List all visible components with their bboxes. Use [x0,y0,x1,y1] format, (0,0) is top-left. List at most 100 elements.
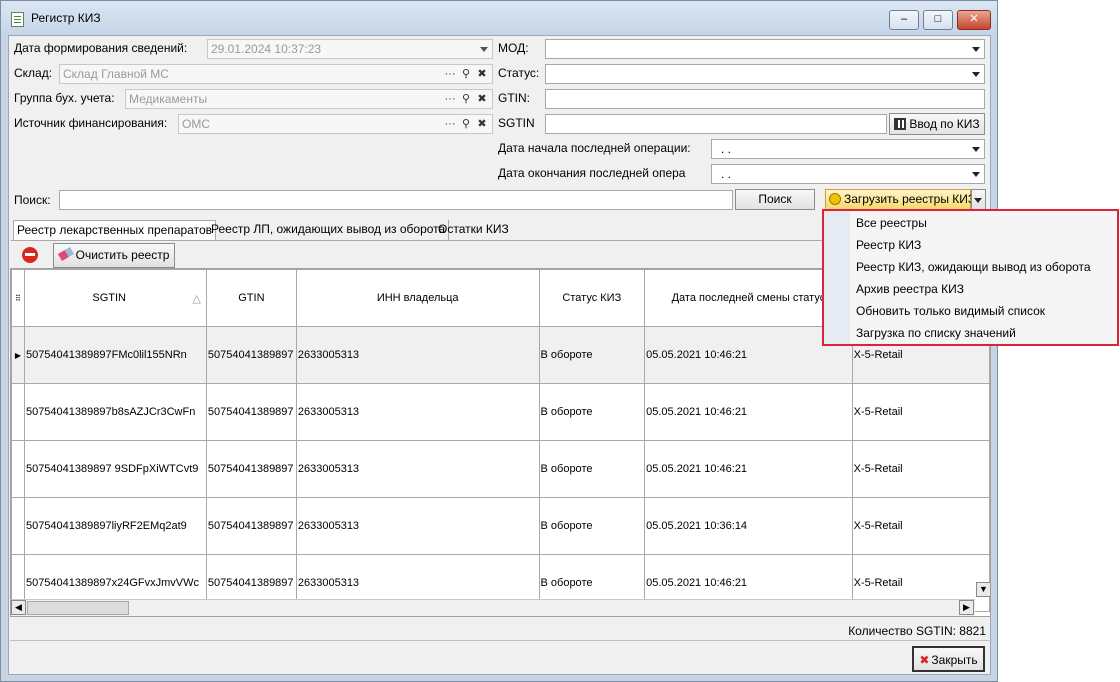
load-registers-button[interactable]: Загрузить реестры КИЗ [825,189,975,210]
search-icon[interactable]: ⚲ [458,65,474,83]
table-row[interactable]: 50754041389897liyRF2EMq2at9 507540413898… [11,497,990,555]
close-button[interactable]: ✖ Закрыть [912,646,985,672]
op-end-label: Дата окончания последней опера [498,166,686,180]
load-registers-dropdown[interactable] [971,189,986,210]
window-title: Регистр КИЗ [31,11,101,25]
cell-owner: X-5-Retail [851,440,990,498]
ellipsis-icon[interactable]: ··· [442,65,458,83]
table-row[interactable]: 50754041389897b8sAZJCr3CwFn 507540413898… [11,383,990,441]
menu-item-kiz-registry[interactable]: Реестр КИЗ [856,238,921,252]
cell-date: 05.05.2021 10:46:21 [644,383,853,441]
cell-owner: X-5-Retail [851,383,990,441]
chevron-down-icon[interactable] [972,72,980,77]
ellipsis-icon[interactable]: ··· [442,115,458,133]
row-indicator [11,383,25,441]
close-window-button[interactable]: ✕ [957,10,991,30]
status-select[interactable] [545,64,985,84]
stop-icon [22,247,38,263]
acc-group-field[interactable]: Медикаменты ··· ⚲ ✖ [125,89,493,109]
footer-divider [10,640,991,641]
fin-source-label: Источник финансирования: [14,116,168,130]
acc-group-label: Группа бух. учета: [14,91,115,105]
table-row[interactable]: 50754041389897 9SDFpXiWTCvt9 50754041389… [11,440,990,498]
clear-icon[interactable]: ✖ [474,90,490,108]
chevron-down-icon[interactable] [972,147,980,152]
qr-code-icon [894,118,907,130]
sgtin-count: Количество SGTIN: 8821 [848,624,986,638]
sgtin-input[interactable] [545,114,887,134]
close-icon: ✖ [919,653,930,667]
scroll-thumb[interactable] [27,601,129,615]
cell-date: 05.05.2021 10:46:21 [644,440,853,498]
menu-item-kiz-withdrawal[interactable]: Реестр КИЗ, ожидающи вывод из оборота [856,260,1091,274]
tab-kiz-remains[interactable]: Остатки КИЗ [435,220,512,240]
op-end-value: . . [721,167,732,181]
clear-icon[interactable]: ✖ [474,115,490,133]
cell-inn: 2633005313 [295,383,540,441]
gtin-input[interactable] [545,89,985,109]
input-kiz-button[interactable]: Ввод по КИЗ [889,113,985,135]
eraser-icon [57,247,74,261]
chevron-down-icon[interactable] [972,172,980,177]
app-icon [11,12,24,27]
clear-registry-button[interactable]: Очистить реестр [53,243,175,268]
column-header-inn[interactable]: ИНН владельца [295,269,540,327]
chevron-down-icon[interactable] [480,47,488,52]
mod-label: МОД: [498,41,529,55]
tab-withdrawal-registry[interactable]: Реестр ЛП, ожидающих вывод из оборота [208,220,450,240]
fin-source-field[interactable]: ОМС ··· ⚲ ✖ [178,114,493,134]
cell-status: В обороте [538,326,646,384]
menu-item-kiz-archive[interactable]: Архив реестра КИЗ [856,282,964,296]
ellipsis-icon[interactable]: ··· [442,90,458,108]
tab-drug-registry[interactable]: Реестр лекарственных препаратов [13,220,216,241]
scroll-right-icon[interactable]: ▶ [959,600,974,615]
warehouse-label: Склад: [14,66,53,80]
cell-gtin: 50754041389897 [205,440,297,498]
menu-item-refresh-visible[interactable]: Обновить только видимый список [856,304,1045,318]
scroll-down-icon[interactable]: ▼ [976,582,990,597]
op-start-label: Дата начала последней операции: [498,141,691,155]
column-header-gtin[interactable]: GTIN [205,269,297,327]
search-icon[interactable]: ⚲ [458,115,474,133]
chevron-down-icon[interactable] [972,47,980,52]
column-header-sgtin[interactable]: SGTIN △ [23,269,207,327]
client-area: Дата формирования сведений: 29.01.2024 1… [8,35,991,675]
cell-gtin: 50754041389897 [205,326,297,384]
search-icon[interactable]: ⚲ [458,90,474,108]
op-start-select[interactable]: . . [711,139,985,159]
row-indicator [11,440,25,498]
load-registers-label: Загрузить реестры КИЗ [844,192,976,206]
search-input[interactable] [59,190,733,210]
warehouse-field[interactable]: Склад Главной МС ··· ⚲ ✖ [59,64,493,84]
cell-inn: 2633005313 [295,497,540,555]
maximize-button[interactable]: □ [923,10,953,30]
acc-group-value: Медикаменты [129,92,208,106]
minimize-button[interactable]: – [889,10,919,30]
scroll-left-icon[interactable]: ◀ [11,600,26,615]
menu-item-all-registers[interactable]: Все реестры [856,216,927,230]
cell-sgtin: 50754041389897 9SDFpXiWTCvt9 [23,440,207,498]
cell-gtin: 50754041389897 [205,497,297,555]
date-field[interactable]: 29.01.2024 10:37:23 [207,39,493,59]
date-label: Дата формирования сведений: [14,41,188,55]
input-kiz-label: Ввод по КИЗ [909,117,980,131]
status-label: Статус: [498,66,540,80]
menu-icon-strip [824,211,850,344]
horizontal-scrollbar[interactable]: ◀ ▶ [11,599,975,616]
gtin-label: GTIN: [498,91,530,105]
row-indicator-header: ⠿ [11,269,25,327]
column-header-label: SGTIN [92,291,126,304]
column-header-status[interactable]: Статус КИЗ [538,269,646,327]
clear-icon[interactable]: ✖ [474,65,490,83]
title-bar: Регистр КИЗ – □ ✕ [1,1,997,35]
cell-sgtin: 50754041389897FMc0lil155NRn [23,326,207,384]
search-button[interactable]: Поиск [735,189,815,210]
menu-item-load-by-values[interactable]: Загрузка по списку значений [856,326,1016,340]
stop-button[interactable] [14,244,46,268]
mod-select[interactable] [545,39,985,59]
cell-status: В обороте [538,383,646,441]
op-end-select[interactable]: . . [711,164,985,184]
cell-gtin: 50754041389897 [205,383,297,441]
search-label: Поиск: [14,193,51,207]
chevron-down-icon [974,198,982,203]
